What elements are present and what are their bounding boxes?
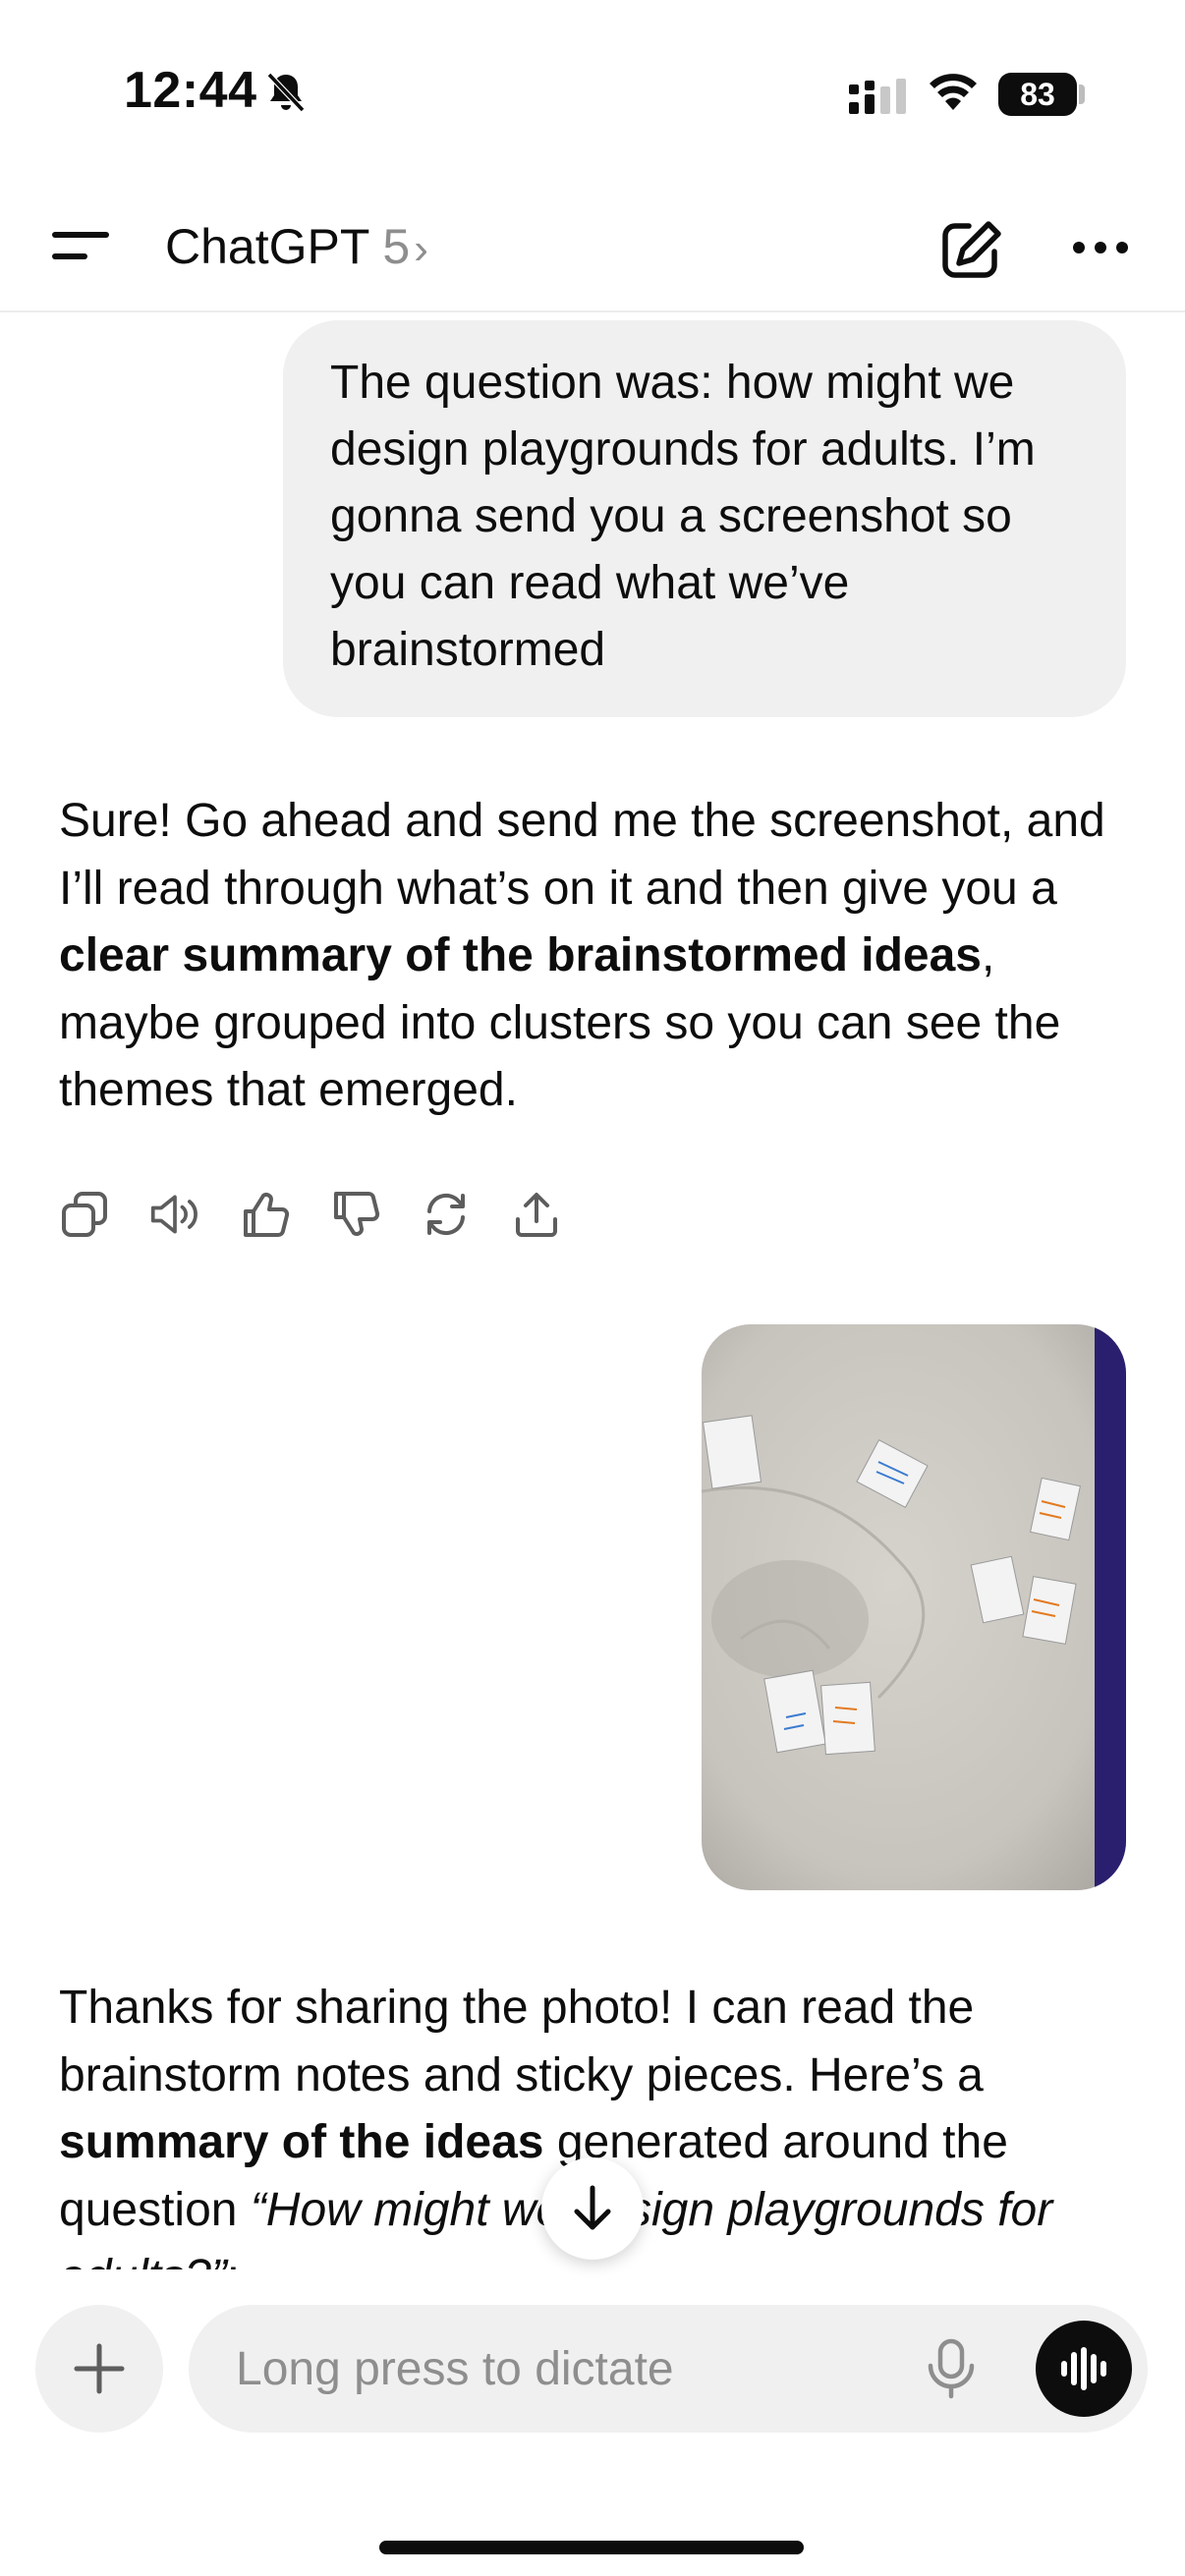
brainstorm-photo-image bbox=[702, 1324, 1126, 1890]
header-divider bbox=[0, 310, 1185, 312]
thumbs-up-icon bbox=[244, 1193, 290, 1237]
battery-level: 83 bbox=[1020, 76, 1055, 112]
message-input[interactable]: Long press to dictate bbox=[189, 2305, 1148, 2433]
wifi-icon bbox=[930, 74, 977, 110]
assistant-text-part: : bbox=[227, 2251, 240, 2269]
copy-button[interactable] bbox=[59, 1189, 110, 1240]
user-message-text: The question was: how might we design pl… bbox=[330, 357, 1036, 676]
plus-icon bbox=[74, 2343, 125, 2394]
app-name: ChatGPT bbox=[165, 219, 369, 274]
regenerate-icon bbox=[427, 1193, 465, 1236]
battery-icon: 83 bbox=[998, 73, 1077, 116]
message-input-placeholder: Long press to dictate bbox=[236, 2343, 674, 2395]
share-button[interactable] bbox=[511, 1189, 562, 1240]
battery-cap bbox=[1079, 84, 1085, 104]
bell-slash-icon bbox=[266, 72, 306, 113]
status-time: 12:44 bbox=[124, 62, 257, 119]
model-version: 5 bbox=[382, 219, 411, 274]
thumbs-down-icon bbox=[334, 1192, 380, 1236]
share-icon bbox=[516, 1193, 557, 1237]
attached-photo[interactable] bbox=[702, 1324, 1126, 1890]
home-indicator[interactable] bbox=[379, 2541, 804, 2554]
assistant-bold-text: clear summary of the brainstormed ideas bbox=[59, 929, 982, 981]
message-actions bbox=[59, 1189, 562, 1240]
arrow-down-icon bbox=[574, 2185, 611, 2230]
more-icon[interactable] bbox=[1071, 231, 1130, 264]
assistant-message: Sure! Go ahead and send me the screensho… bbox=[59, 788, 1130, 1125]
menu-icon[interactable] bbox=[45, 221, 114, 270]
microphone-icon[interactable] bbox=[922, 2338, 981, 2399]
chevron-right-icon: › bbox=[414, 225, 428, 273]
assistant-text-part: Thanks for sharing the photo! I can read… bbox=[59, 1982, 984, 2101]
user-message[interactable]: The question was: how might we design pl… bbox=[283, 320, 1126, 717]
cellular-signal-icon bbox=[849, 79, 906, 114]
model-selector[interactable]: ChatGPT 5› bbox=[165, 218, 428, 275]
assistant-bold-text: summary of the ideas bbox=[59, 2116, 544, 2168]
add-attachment-button[interactable] bbox=[35, 2305, 163, 2433]
thumbs-up-button[interactable] bbox=[240, 1189, 291, 1240]
voice-mode-button[interactable] bbox=[1036, 2321, 1132, 2417]
read-aloud-button[interactable] bbox=[149, 1189, 200, 1240]
voice-mode-icon bbox=[1061, 2347, 1106, 2390]
read-aloud-icon bbox=[150, 1195, 198, 1234]
new-chat-icon[interactable] bbox=[939, 218, 1004, 279]
thumbs-down-button[interactable] bbox=[330, 1189, 381, 1240]
scroll-to-bottom-button[interactable] bbox=[541, 2157, 644, 2260]
assistant-text-part: Sure! Go ahead and send me the screensho… bbox=[59, 795, 1105, 915]
copy-icon bbox=[62, 1192, 107, 1237]
regenerate-button[interactable] bbox=[421, 1189, 472, 1240]
